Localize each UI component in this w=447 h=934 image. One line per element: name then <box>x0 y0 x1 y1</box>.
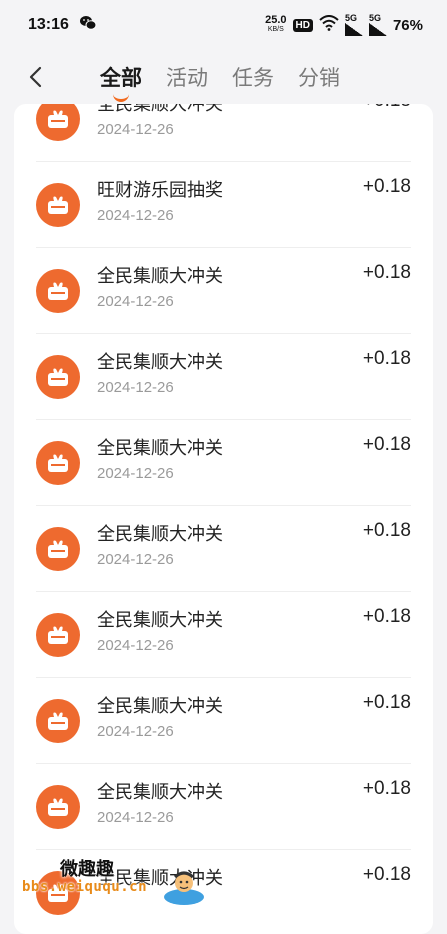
list-item[interactable]: 全民集顺大冲关 2024-12-26 +0.18 <box>14 248 433 334</box>
record-date: 2024-12-26 <box>97 465 174 482</box>
record-date: 2024-12-26 <box>97 207 174 224</box>
record-title: 全民集顺大冲关 <box>97 610 223 630</box>
gift-icon <box>36 355 80 399</box>
record-amount: +0.18 <box>362 262 411 283</box>
gift-icon <box>36 183 80 227</box>
tab-distribution[interactable]: 分销 <box>298 62 340 100</box>
header: 全部 活动 任务 分销 <box>0 50 447 108</box>
gift-icon <box>36 269 80 313</box>
list-item[interactable]: 全民集顺大冲关 2024-12-26 +0.18 <box>14 334 433 420</box>
wechat-icon <box>79 15 97 36</box>
tab-bar: 全部 活动 任务 分销 <box>100 62 340 100</box>
record-date: 2024-12-26 <box>97 637 174 654</box>
gift-icon <box>36 785 80 829</box>
tab-activity[interactable]: 活动 <box>166 62 208 100</box>
watermark-name: 微趣趣 <box>60 859 114 879</box>
chevron-left-icon <box>29 66 42 88</box>
record-title: 全民集顺大冲关 <box>97 782 223 802</box>
list-item[interactable]: 全民集顺大冲关 2024-12-26 +0.18 <box>14 104 433 162</box>
status-bar: 13:16 25.0 KB/S HD 5G 5G 76% <box>0 0 447 50</box>
signal-bars-icon <box>344 23 363 36</box>
gift-icon <box>36 104 80 141</box>
watermark-url: bbs.weiququ.cn <box>22 879 148 895</box>
record-amount: +0.18 <box>362 778 411 799</box>
record-amount: +0.18 <box>362 434 411 455</box>
tab-all[interactable]: 全部 <box>100 62 142 100</box>
record-date: 2024-12-26 <box>97 809 174 826</box>
back-button[interactable] <box>22 64 48 90</box>
battery-level: 76% <box>392 16 423 34</box>
record-title: 全民集顺大冲关 <box>97 266 223 286</box>
gift-icon <box>36 527 80 571</box>
record-amount: +0.18 <box>362 692 411 713</box>
record-date: 2024-12-26 <box>97 121 174 138</box>
records-card: 全民集顺大冲关 2024-12-26 +0.18 旺财游乐园抽奖 2024-12… <box>14 104 433 934</box>
record-title: 全民集顺大冲关 <box>97 696 223 716</box>
gift-icon <box>36 441 80 485</box>
list-item[interactable]: 全民集顺大冲关 2024-12-26 +0.18 <box>14 678 433 764</box>
record-amount: +0.18 <box>362 176 411 197</box>
wifi-icon <box>319 15 339 35</box>
record-amount: +0.18 <box>362 348 411 369</box>
watermark: 微趣趣 bbs.weiququ.cn <box>22 855 222 910</box>
record-date: 2024-12-26 <box>97 379 174 396</box>
record-title: 全民集顺大冲关 <box>97 104 223 114</box>
record-date: 2024-12-26 <box>97 551 174 568</box>
records-list: 全民集顺大冲关 2024-12-26 +0.18 旺财游乐园抽奖 2024-12… <box>14 104 433 934</box>
record-title: 全民集顺大冲关 <box>97 524 223 544</box>
record-amount: +0.18 <box>362 864 411 885</box>
hd-badge: HD <box>292 18 313 32</box>
list-item[interactable]: 全民集顺大冲关 2024-12-26 +0.18 <box>14 506 433 592</box>
status-time: 13:16 <box>28 16 69 33</box>
record-title: 旺财游乐园抽奖 <box>97 180 223 200</box>
record-date: 2024-12-26 <box>97 293 174 310</box>
net-speed: 25.0 KB/S <box>265 14 287 34</box>
record-title: 全民集顺大冲关 <box>97 438 223 458</box>
signal-bars-icon <box>368 23 387 36</box>
gift-icon <box>36 699 80 743</box>
signal-1: 5G <box>344 14 363 36</box>
list-item[interactable]: 全民集顺大冲关 2024-12-26 +0.18 <box>14 420 433 506</box>
mascot-icon <box>162 867 206 911</box>
record-amount: +0.18 <box>362 606 411 627</box>
gift-icon <box>36 613 80 657</box>
signal-2: 5G <box>368 14 387 36</box>
list-item[interactable]: 旺财游乐园抽奖 2024-12-26 +0.18 <box>14 162 433 248</box>
record-date: 2024-12-26 <box>97 723 174 740</box>
tab-task[interactable]: 任务 <box>232 62 274 100</box>
record-title: 全民集顺大冲关 <box>97 352 223 372</box>
record-amount: +0.18 <box>363 104 411 112</box>
list-item[interactable]: 全民集顺大冲关 2024-12-26 +0.18 <box>14 764 433 850</box>
list-item[interactable]: 全民集顺大冲关 2024-12-26 +0.18 <box>14 592 433 678</box>
record-amount: +0.18 <box>362 520 411 541</box>
